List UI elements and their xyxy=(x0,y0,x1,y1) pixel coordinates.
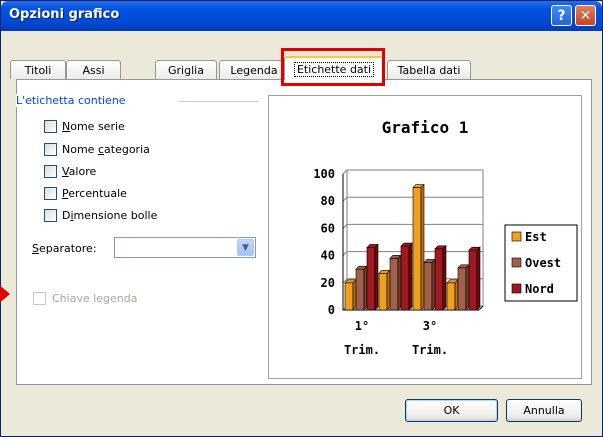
checkbox-percentuale[interactable] xyxy=(44,187,57,200)
bar-side xyxy=(431,258,436,311)
y-tick-label: 0 xyxy=(328,303,335,317)
legend-label-nord: Nord xyxy=(525,282,554,296)
bar-ovest xyxy=(389,258,399,311)
legend-label-est: Est xyxy=(525,230,547,244)
tab-legenda[interactable]: Legenda xyxy=(219,60,289,79)
bar-side xyxy=(374,243,379,311)
x-tick-label: 1° xyxy=(355,319,369,333)
bar-ovest xyxy=(355,268,365,311)
bar-side xyxy=(386,269,391,311)
label-text: Nome xyxy=(62,143,98,156)
y-tick-label: 40 xyxy=(321,249,335,263)
help-button[interactable]: ? xyxy=(551,5,572,26)
accelerator-key: V xyxy=(62,165,69,178)
bar-est xyxy=(412,187,422,311)
x-tick-label: Trim. xyxy=(412,343,448,357)
label-valore[interactable]: Valore xyxy=(62,165,96,178)
bar-ovest xyxy=(423,262,433,311)
gridline-diagonal xyxy=(342,196,348,202)
x-tick-label: Trim. xyxy=(344,343,380,357)
tab-label: Assi xyxy=(82,63,105,77)
checkbox-nome-serie[interactable] xyxy=(44,120,57,133)
tab-label: Tabella dati xyxy=(397,63,461,77)
separator-label: Separatore: xyxy=(32,242,97,255)
bar-nord xyxy=(468,249,478,311)
tab-label: Titoli xyxy=(24,63,52,77)
bar-ovest xyxy=(457,267,467,311)
close-button[interactable]: ✕ xyxy=(575,5,596,26)
bar-nord xyxy=(400,245,410,311)
gridline-diagonal xyxy=(342,224,348,229)
tab-griglia[interactable]: Griglia xyxy=(155,60,217,79)
bar-est xyxy=(446,282,456,311)
bar-side xyxy=(397,254,402,311)
gridline-diagonal xyxy=(342,169,348,175)
legend-swatch-est xyxy=(511,231,522,242)
label-text: ategoria xyxy=(104,143,150,156)
accelerator-key: S xyxy=(32,242,39,255)
chart-preview: Grafico 1 0 20 40 60 80 100 1° Trim. 3° Trim. Est O… xyxy=(268,95,582,379)
label-nome-serie[interactable]: Nome serie xyxy=(62,120,125,133)
bar-est xyxy=(378,272,388,311)
y-tick-label: 80 xyxy=(321,194,335,208)
bar-side xyxy=(420,183,425,311)
label-text: ercentuale xyxy=(68,187,127,200)
bar-est xyxy=(344,282,354,311)
y-tick-label: 60 xyxy=(321,221,335,235)
label-chiave-legenda: Chiave legenda xyxy=(52,292,138,305)
label-dimensione-bolle[interactable]: Dimensione bolle xyxy=(62,209,157,222)
bar-side xyxy=(408,242,413,311)
accelerator-key: N xyxy=(62,120,71,133)
window-title: Opzioni grafico xyxy=(9,7,120,22)
group-divider xyxy=(178,101,258,102)
label-percentuale[interactable]: Percentuale xyxy=(62,187,127,200)
chevron-down-icon[interactable]: ▼ xyxy=(237,239,254,256)
y-tick-label: 100 xyxy=(313,167,335,181)
tab-assi[interactable]: Assi xyxy=(66,60,121,79)
bar-side xyxy=(442,245,447,311)
tab-label: Griglia xyxy=(168,63,204,77)
bar-side xyxy=(476,246,481,311)
bar-nord xyxy=(434,248,444,311)
tab-titoli[interactable]: Titoli xyxy=(10,60,66,79)
pointer-arrow-icon xyxy=(0,284,10,304)
bar-side xyxy=(363,265,368,311)
label-nome-categoria[interactable]: Nome categoria xyxy=(62,143,150,156)
bar-side xyxy=(454,279,459,311)
bar-nord xyxy=(366,247,376,311)
checkbox-chiave-legenda[interactable] xyxy=(33,292,46,305)
group-title: L'etichetta contiene xyxy=(16,94,130,107)
label-text: ome serie xyxy=(70,120,125,133)
checkbox-valore[interactable] xyxy=(44,165,57,178)
checkbox-nome-categoria[interactable] xyxy=(44,143,57,156)
tab-tabella-dati[interactable]: Tabella dati xyxy=(387,60,471,79)
y-tick-label: 20 xyxy=(321,276,335,290)
label-text: mensione bolle xyxy=(73,209,158,222)
gridline-diagonal xyxy=(342,251,348,256)
separator-select[interactable]: ▼ xyxy=(114,237,256,258)
checkbox-dimensione-bolle[interactable] xyxy=(44,209,57,222)
legend-swatch-ovest xyxy=(511,257,522,268)
x-tick-label: 3° xyxy=(423,319,437,333)
tab-label: Legenda xyxy=(230,63,278,77)
active-tab-highlight xyxy=(281,48,385,86)
legend-swatch-nord xyxy=(511,283,522,294)
title-bar: Opzioni grafico ? ✕ xyxy=(1,1,602,31)
chart-svg: 0 20 40 60 80 100 1° Trim. 3° Trim. Est Ovest Nord xyxy=(313,167,578,357)
label-text: alore xyxy=(68,165,97,178)
cancel-button[interactable]: Annulla xyxy=(506,399,582,422)
label-text: eparatore: xyxy=(38,242,97,255)
legend-label-ovest: Ovest xyxy=(525,256,561,270)
bar-side xyxy=(352,279,357,311)
ok-button[interactable]: OK xyxy=(405,399,498,422)
bar-side xyxy=(465,264,470,311)
